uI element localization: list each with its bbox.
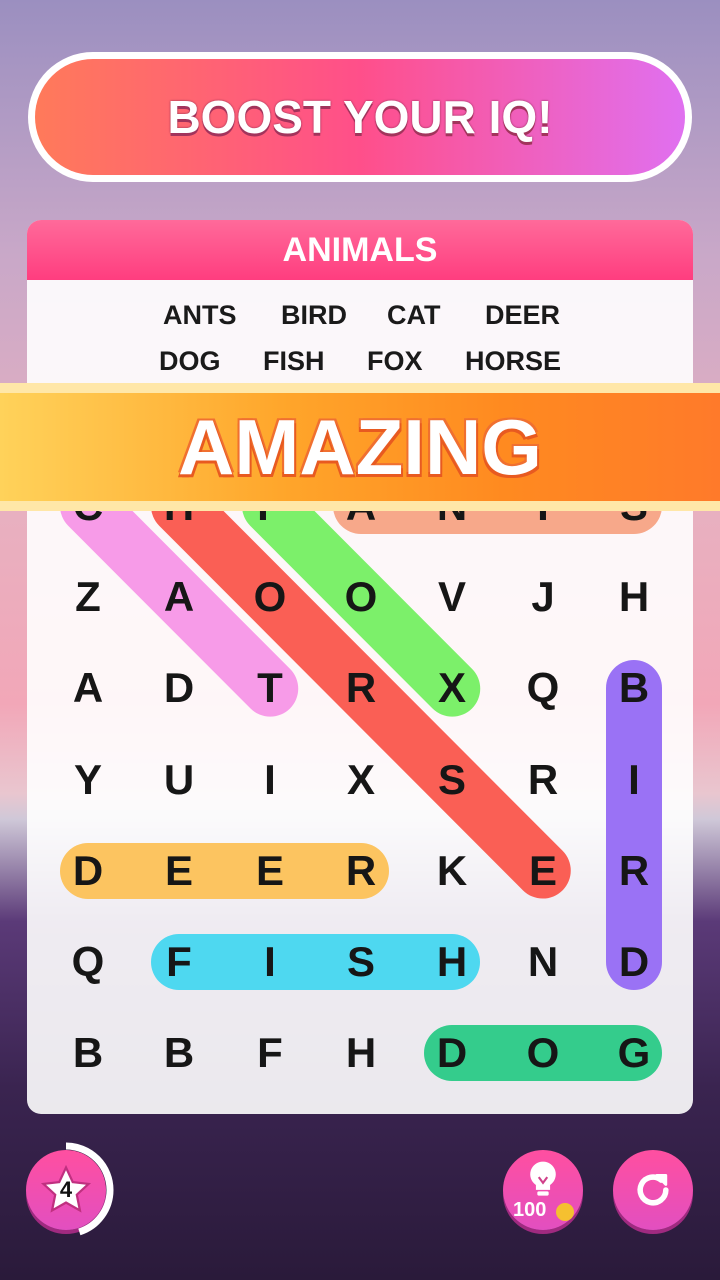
boost-label: BOOST YOUR IQ! <box>35 59 685 175</box>
grid-cell[interactable]: V <box>422 573 482 621</box>
grid-cell[interactable]: J <box>513 573 573 621</box>
word-dog: DOG <box>159 346 221 376</box>
grid-cell[interactable]: B <box>58 1029 118 1077</box>
grid-cell[interactable]: F <box>149 938 209 986</box>
grid-cell[interactable]: D <box>58 847 118 895</box>
grid-cell[interactable]: Y <box>58 756 118 804</box>
restart-button[interactable] <box>613 1150 693 1230</box>
level-number: 4 <box>59 1177 73 1202</box>
word-deer: DEER <box>485 300 561 330</box>
feedback-text: AMAZING <box>178 402 542 491</box>
grid-cell[interactable]: A <box>58 664 118 712</box>
boost-iq-button[interactable]: BOOST YOUR IQ! <box>28 52 692 182</box>
grid-cell[interactable]: F <box>240 1029 300 1077</box>
grid-cell[interactable]: Q <box>513 664 573 712</box>
grid-cell[interactable]: O <box>331 573 391 621</box>
grid-cell[interactable]: Z <box>58 573 118 621</box>
word-ants: ANTS <box>163 300 237 330</box>
word-fox: FOX <box>367 346 423 376</box>
grid-cell[interactable]: E <box>513 847 573 895</box>
grid-cell[interactable]: D <box>604 938 664 986</box>
category-title: ANIMALS <box>27 220 693 280</box>
grid-cell[interactable]: H <box>331 1029 391 1077</box>
grid-cell[interactable]: E <box>149 847 209 895</box>
word-cat: CAT <box>387 300 441 330</box>
grid-cell[interactable]: H <box>422 938 482 986</box>
grid-cell[interactable]: E <box>240 847 300 895</box>
hint-cost: 100 <box>513 1199 547 1221</box>
grid-cell[interactable]: H <box>604 573 664 621</box>
grid-cell[interactable]: O <box>240 573 300 621</box>
grid-cell[interactable]: K <box>422 847 482 895</box>
grid-cell[interactable]: S <box>331 938 391 986</box>
grid-cell[interactable]: A <box>149 573 209 621</box>
grid-cell[interactable]: G <box>604 1029 664 1077</box>
grid-cell[interactable]: S <box>422 756 482 804</box>
grid-cell[interactable]: R <box>604 847 664 895</box>
grid-cell[interactable]: Q <box>58 938 118 986</box>
grid-cell[interactable]: X <box>331 756 391 804</box>
grid-cell[interactable]: D <box>149 664 209 712</box>
grid-cell[interactable]: R <box>331 664 391 712</box>
grid-cell[interactable]: B <box>604 664 664 712</box>
grid-cell[interactable]: I <box>240 938 300 986</box>
grid-cell[interactable]: I <box>240 756 300 804</box>
restart-icon <box>637 1173 669 1206</box>
grid-cell[interactable]: N <box>513 938 573 986</box>
word-fish: FISH <box>263 346 325 376</box>
grid-cell[interactable]: I <box>604 756 664 804</box>
lightbulb-icon <box>530 1161 556 1196</box>
hint-button[interactable]: 100 <box>503 1150 583 1230</box>
feedback-banner: AMAZING <box>0 383 720 511</box>
word-bird: BIRD <box>281 300 347 330</box>
grid-cell[interactable]: R <box>513 756 573 804</box>
grid-cell[interactable]: T <box>240 664 300 712</box>
puzzle-panel: ANIMALS ANTSBIRDCATDEERDOGFISHFOXHORSE C… <box>27 220 693 1114</box>
coin-icon <box>556 1203 574 1221</box>
grid-cell[interactable]: B <box>149 1029 209 1077</box>
grid-cell[interactable]: X <box>422 664 482 712</box>
grid-cell[interactable]: D <box>422 1029 482 1077</box>
word-horse: HORSE <box>465 346 562 376</box>
grid-cell[interactable]: O <box>513 1029 573 1077</box>
grid-cell[interactable]: U <box>149 756 209 804</box>
level-button[interactable]: 4 <box>18 1142 114 1238</box>
grid-cell[interactable]: R <box>331 847 391 895</box>
